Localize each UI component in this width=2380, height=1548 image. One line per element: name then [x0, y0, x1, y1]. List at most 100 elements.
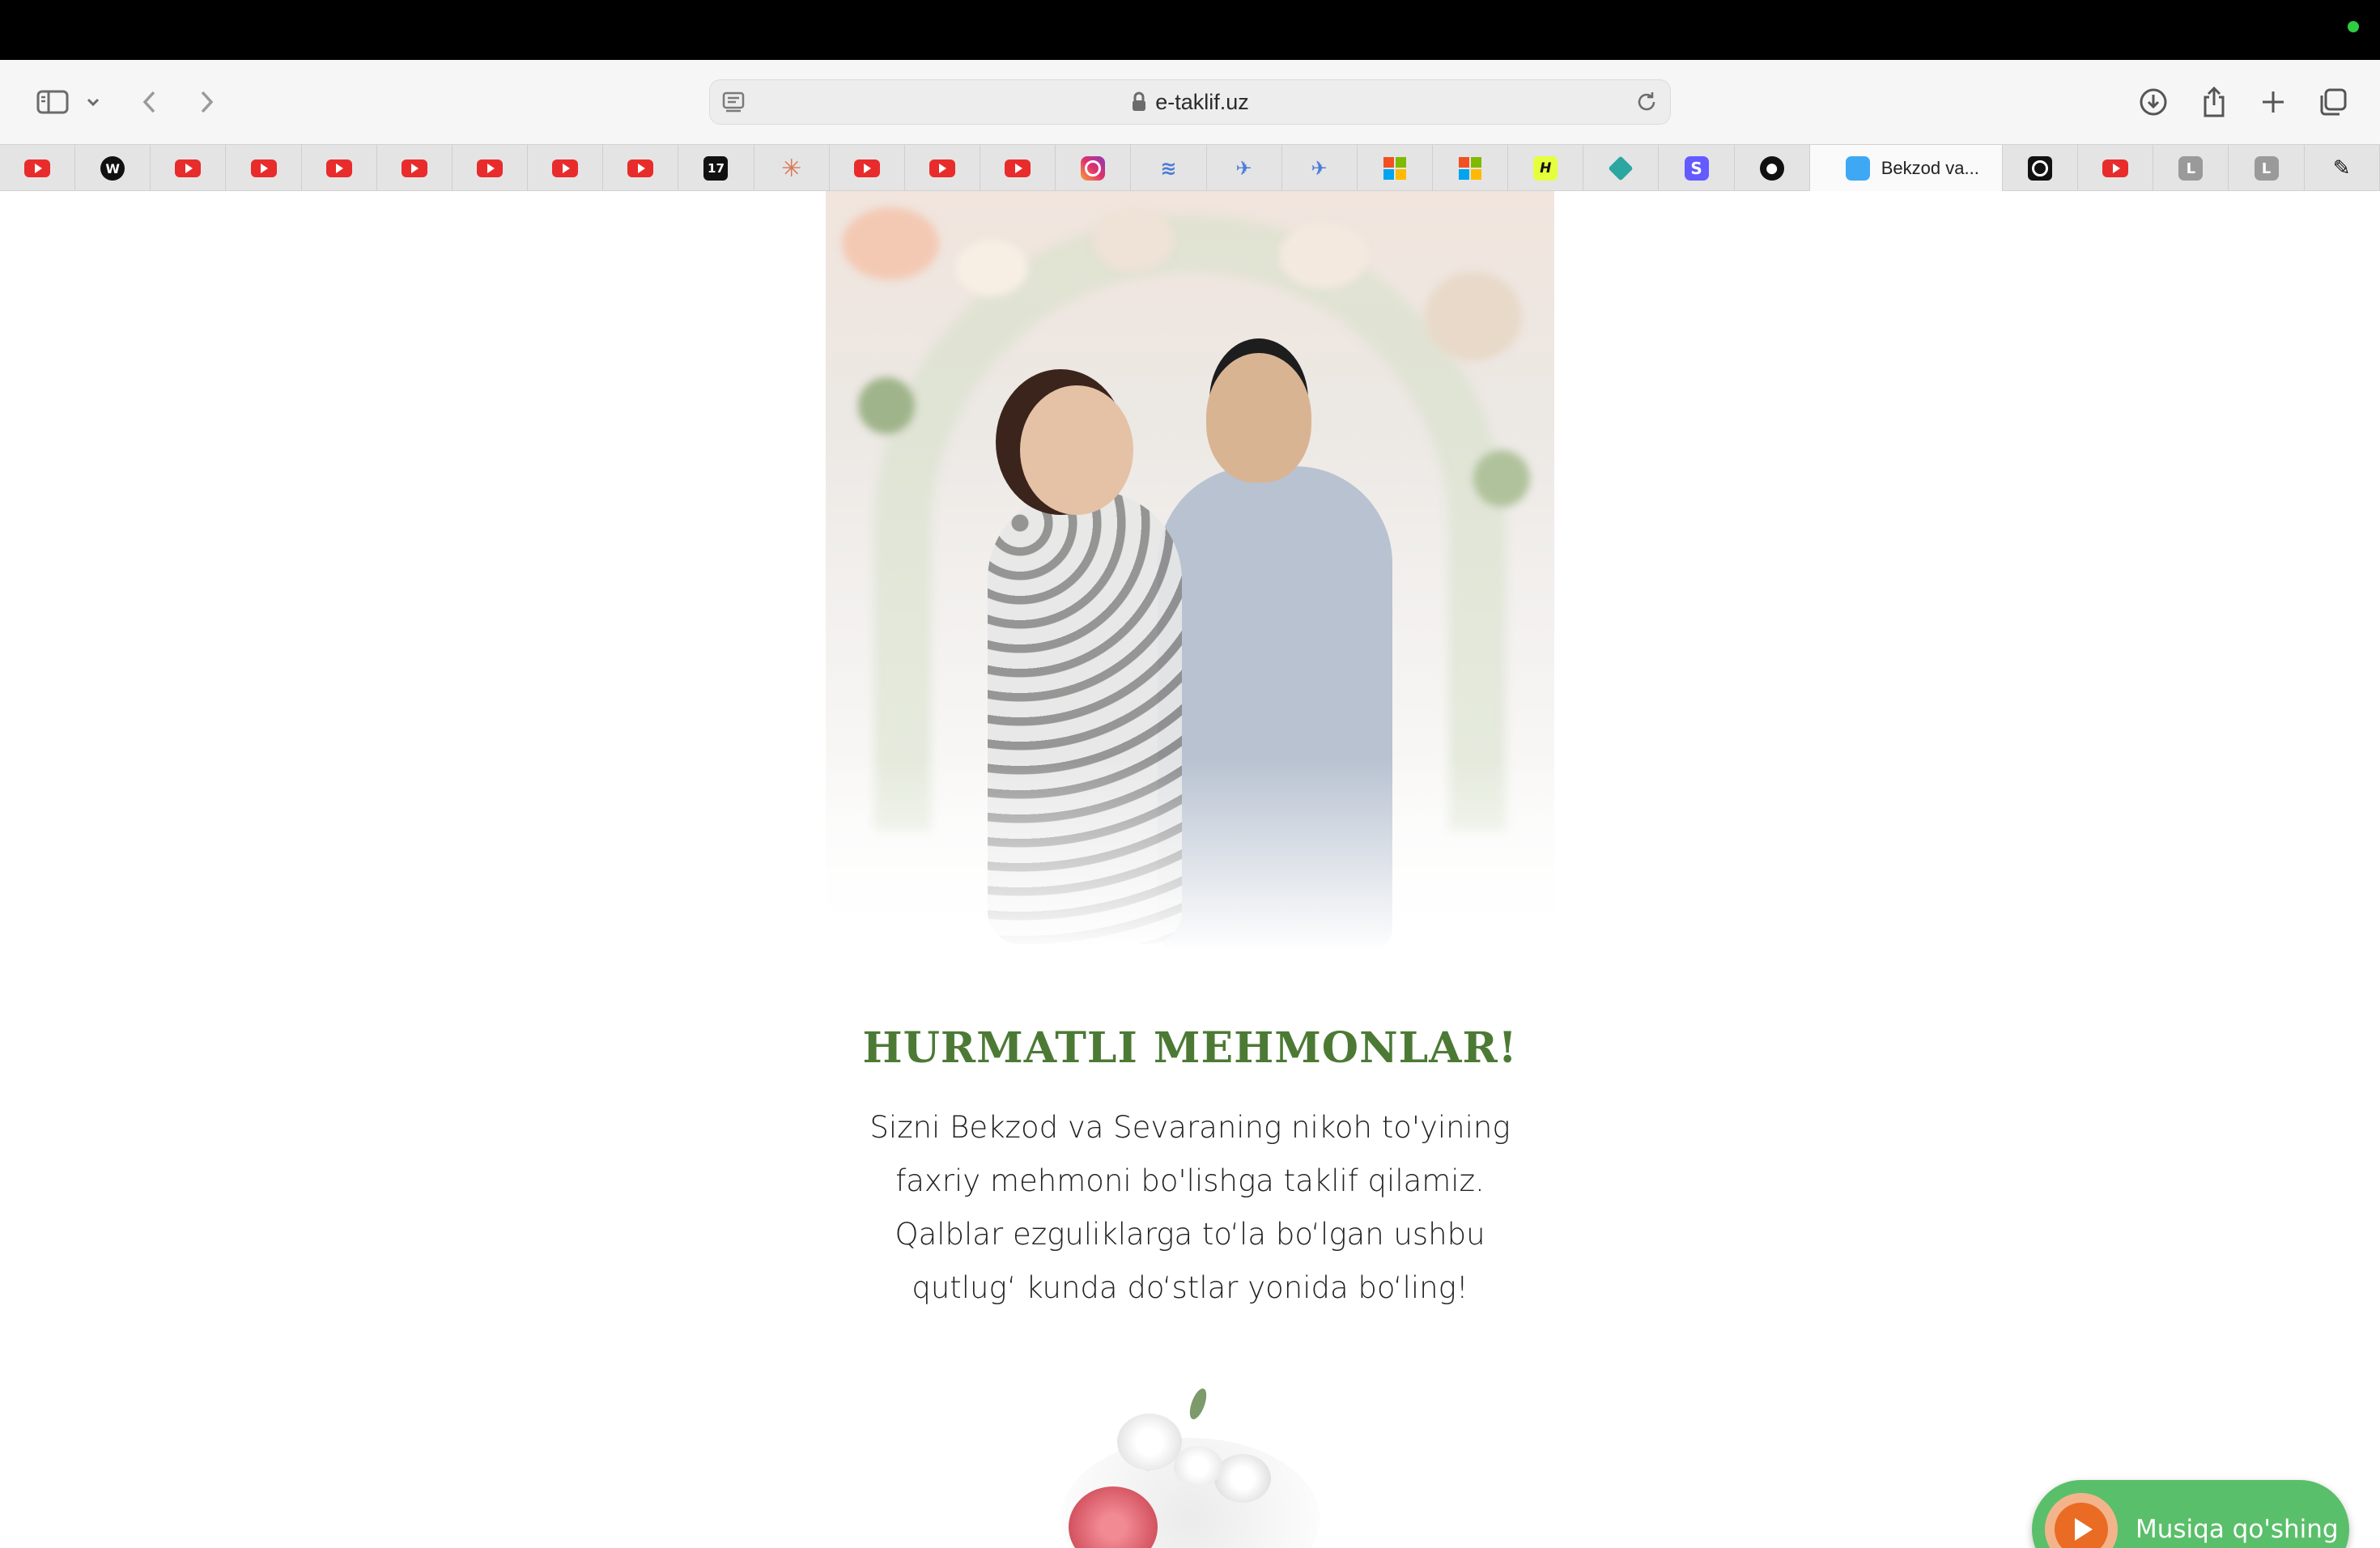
tab-pinned[interactable]	[603, 145, 679, 192]
h-logo-icon: H	[1533, 156, 1558, 181]
leaf	[1186, 1386, 1210, 1422]
system-bar	[0, 0, 2380, 60]
tab-pinned[interactable]	[830, 145, 905, 192]
message-line: Qalblar ezguliklarga to‘la bo‘lgan ushbu	[895, 1217, 1485, 1252]
flower-decor	[842, 207, 939, 280]
tab-pinned[interactable]	[2003, 145, 2079, 192]
tradingview-icon: 17	[703, 156, 729, 181]
wave-icon: ≋	[1160, 157, 1177, 180]
pen-icon: ✎	[2332, 156, 2351, 181]
youtube-icon	[627, 159, 654, 177]
leaf-decor	[858, 377, 915, 434]
youtube-icon	[325, 159, 352, 177]
microsoft-icon	[1383, 157, 1406, 180]
tab-pinned[interactable]: ✎	[2305, 145, 2380, 192]
claude-icon: ✳	[781, 154, 802, 183]
diamond-icon	[1609, 156, 1633, 181]
s-logo-icon: S	[1684, 156, 1709, 181]
youtube-icon	[175, 159, 202, 177]
w-logo-icon: W	[100, 156, 125, 181]
lock-icon	[1131, 91, 1147, 113]
youtube-icon	[250, 159, 277, 177]
youtube-icon	[1005, 159, 1031, 177]
white-rose	[1174, 1446, 1222, 1486]
tab-pinned[interactable]	[2078, 145, 2154, 192]
tab-pinned[interactable]: W	[75, 145, 151, 192]
site-favicon-icon	[1845, 156, 1870, 181]
reload-icon[interactable]	[1634, 90, 1659, 118]
tab-pinned[interactable]	[1056, 145, 1132, 192]
tab-pinned[interactable]: ✳	[754, 145, 830, 192]
tab-pinned[interactable]	[377, 145, 453, 192]
bird-icon: ✈	[1311, 157, 1328, 180]
invitation-message: Sizni Bekzod va Sevaraning nikoh to'yini…	[866, 1101, 1514, 1315]
youtube-icon	[929, 159, 955, 177]
tab-strip: W 17 ✳ ≋ ✈ ✈ H S ● Bekzod va... L L ✎	[0, 144, 2380, 192]
new-tab-icon[interactable]	[2257, 81, 2289, 123]
white-rose	[1214, 1454, 1271, 1503]
l-logo-icon: L	[2254, 156, 2279, 181]
flower-decor	[1279, 223, 1368, 288]
reader-icon[interactable]	[721, 90, 746, 118]
tab-pinned[interactable]	[905, 145, 981, 192]
tab-pinned[interactable]: ✈	[1207, 145, 1282, 192]
add-music-label: Musiqa qo'shing	[2136, 1515, 2339, 1544]
bird-icon: ✈	[1235, 157, 1252, 180]
play-icon[interactable]	[2045, 1493, 2118, 1548]
tab-active[interactable]: Bekzod va...	[1809, 145, 2003, 192]
tab-pinned[interactable]	[980, 145, 1056, 192]
flower-decor	[1425, 272, 1522, 361]
ring-icon	[2028, 156, 2053, 181]
youtube-icon	[477, 159, 504, 177]
tab-pinned[interactable]: ●	[1735, 145, 1810, 192]
photo-fade	[826, 758, 1554, 952]
tab-overview-icon[interactable]	[2317, 81, 2349, 123]
browser-toolbar: e-taklif.uz	[0, 60, 2380, 144]
couple-photo	[826, 191, 1554, 952]
url-text: e-taklif.uz	[1155, 89, 1249, 114]
tab-pinned[interactable]: L	[2229, 145, 2305, 192]
youtube-icon	[2102, 159, 2129, 177]
tab-pinned[interactable]: ✈	[1282, 145, 1358, 192]
tab-pinned[interactable]: 17	[678, 145, 754, 192]
tab-pinned[interactable]	[1358, 145, 1433, 192]
groom-head	[1206, 353, 1311, 483]
sidebar-toggle-icon[interactable]	[32, 81, 73, 123]
add-music-button[interactable]: Musiqa qo'shing	[2032, 1480, 2349, 1548]
message-line: faxriy mehmoni bo'lishga taklif qilamiz.	[895, 1163, 1485, 1198]
chevron-down-icon[interactable]	[81, 81, 105, 123]
tab-pinned[interactable]	[453, 145, 529, 192]
tab-pinned[interactable]	[1583, 145, 1660, 192]
tab-pinned[interactable]	[1433, 145, 1509, 192]
youtube-icon	[552, 159, 579, 177]
invitation-page: HURMATLI MEHMONLAR! Sizni Bekzod va Seva…	[0, 191, 2380, 1548]
back-button[interactable]	[134, 81, 166, 123]
share-icon[interactable]	[2198, 81, 2230, 123]
tab-pinned[interactable]	[0, 145, 76, 192]
youtube-icon	[401, 159, 427, 177]
flower-decor	[955, 240, 1028, 296]
instagram-icon	[1081, 156, 1106, 181]
invitation-heading: HURMATLI MEHMONLAR!	[862, 1023, 1518, 1073]
message-line: Sizni Bekzod va Sevaraning nikoh to'yini…	[869, 1110, 1511, 1145]
tab-pinned[interactable]	[226, 145, 302, 192]
tab-pinned[interactable]: L	[2153, 145, 2229, 192]
tab-pinned[interactable]: ≋	[1131, 145, 1207, 192]
tab-pinned[interactable]	[151, 145, 227, 192]
tab-pinned[interactable]: H	[1508, 145, 1584, 192]
microsoft-icon	[1459, 157, 1482, 180]
l-logo-icon: L	[2178, 156, 2204, 181]
forward-button[interactable]	[190, 81, 223, 123]
tab-pinned[interactable]	[528, 145, 604, 192]
downloads-icon[interactable]	[2137, 81, 2170, 123]
tab-pinned[interactable]: S	[1659, 145, 1735, 192]
play-triangle	[2055, 1503, 2108, 1548]
address-bar[interactable]: e-taklif.uz	[709, 79, 1671, 125]
bride-head	[1020, 385, 1133, 515]
tab-title: Bekzod va...	[1881, 158, 1979, 178]
leaf-decor	[1473, 450, 1530, 507]
message-line: qutlug‘ kunda do‘stlar yonida bo‘ling!	[912, 1270, 1468, 1305]
tab-pinned[interactable]	[302, 145, 377, 192]
flower-bouquet	[1020, 1386, 1360, 1548]
youtube-icon	[24, 159, 51, 177]
